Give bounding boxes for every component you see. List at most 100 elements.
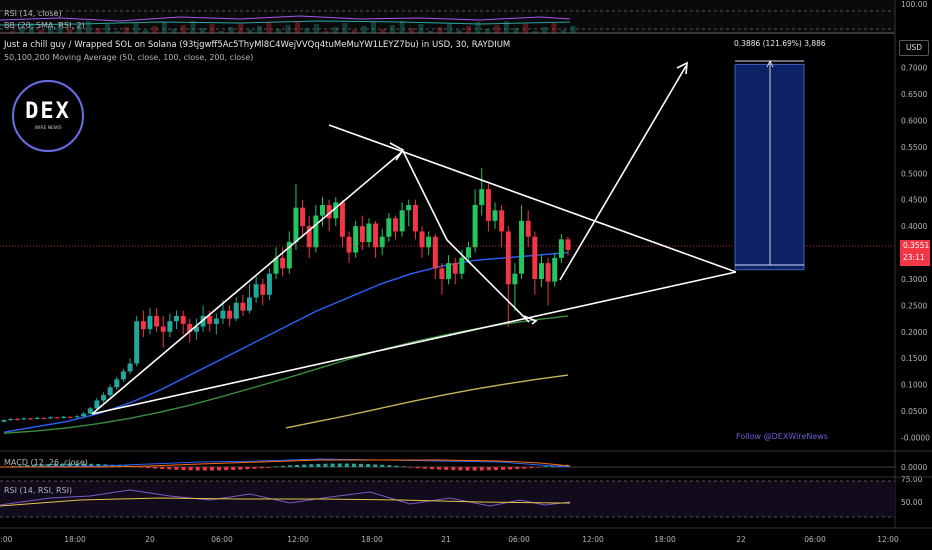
- macd-histogram-bar: [323, 463, 328, 467]
- macd-histogram-bar: [202, 467, 207, 471]
- macd-histogram-bar: [238, 467, 243, 470]
- volume-bar: [238, 23, 243, 33]
- macd-histogram-bar: [430, 467, 434, 470]
- volume-bar: [190, 21, 196, 33]
- candle-body: [61, 416, 67, 418]
- macd-label: MACD (12, 26, close): [4, 458, 88, 467]
- volume-bar: [466, 26, 471, 33]
- macd-histogram-bar: [252, 467, 257, 469]
- volume-bar: [447, 23, 452, 33]
- last-price-badge: 0.3551 23:11: [900, 240, 930, 266]
- y-tick-label: 0.2500: [901, 301, 927, 310]
- volume-bar: [152, 26, 158, 33]
- macd-histogram-bar: [174, 467, 179, 470]
- macd-histogram-bar: [536, 467, 541, 468]
- volume-bar: [523, 24, 528, 33]
- long-position-tool[interactable]: [734, 60, 805, 271]
- macd-histogram-bar: [209, 467, 214, 471]
- macd-histogram-bar: [515, 467, 520, 470]
- macd-histogram-bar: [266, 467, 271, 468]
- follow-watermark: Follow @DEXWireNews: [736, 432, 828, 441]
- candle-body: [419, 231, 425, 248]
- currency-button[interactable]: USD: [899, 40, 929, 56]
- macd-histogram-bar: [245, 467, 250, 470]
- volume-bar: [304, 28, 310, 33]
- macd-histogram-bar: [451, 467, 456, 471]
- macd-histogram-bar: [288, 465, 292, 467]
- macd-tick: 0.0000: [901, 463, 927, 472]
- candle-body: [101, 395, 107, 401]
- candle-body: [266, 273, 272, 295]
- candle-body: [167, 321, 173, 332]
- y-tick-label: 0.1000: [901, 381, 927, 390]
- volume-bar: [105, 24, 110, 33]
- x-tick-label: 18:00: [64, 535, 86, 544]
- volume-bar: [247, 30, 253, 33]
- candle-body: [412, 205, 418, 232]
- candle-body: [260, 284, 266, 295]
- macd-histogram-bar: [309, 464, 314, 467]
- macd-histogram-bar: [543, 466, 548, 467]
- volume-bar: [342, 23, 348, 33]
- top-rsi-label: RSI (14, close): [4, 9, 62, 18]
- macd-histogram-bar: [401, 466, 406, 467]
- volume-bar: [361, 26, 367, 33]
- volume-bar: [285, 25, 291, 33]
- candle-body: [1, 420, 7, 422]
- candle-body: [14, 418, 20, 420]
- volume-bar: [171, 29, 177, 33]
- y-tick-label: 0.3000: [901, 275, 927, 284]
- candle-body: [67, 416, 73, 418]
- macd-histogram-bar: [472, 467, 477, 471]
- candle-body: [386, 218, 392, 237]
- macd-histogram-bar: [437, 467, 442, 470]
- candle-body: [545, 263, 551, 282]
- candle-body: [154, 315, 160, 327]
- y-tick-label: 0.6500: [901, 90, 927, 99]
- volume-bar: [428, 31, 433, 33]
- macd-histogram-bar: [501, 467, 505, 470]
- rsi-tick: 75.00: [901, 475, 923, 484]
- volume-bar: [380, 29, 386, 33]
- price-chart[interactable]: 0.7000 0.6500 0.6000 0.5500 0.5000 0.4500 0.40…: [0, 0, 932, 550]
- macd-histogram-bar: [366, 464, 371, 467]
- candle-body: [505, 231, 511, 285]
- candle-body: [174, 315, 180, 322]
- candle-body: [472, 205, 478, 248]
- chart-title: Just a chill guy / Wrapped SOL on Solana…: [4, 40, 511, 50]
- candle-body: [465, 247, 471, 258]
- candle-body: [54, 417, 60, 419]
- logo-text: DEX: [25, 99, 71, 124]
- volume-bar: [181, 25, 186, 33]
- x-tick-label: 18:00: [361, 535, 383, 544]
- x-tick-label: 12:00: [877, 535, 899, 544]
- volume-bar: [456, 30, 462, 33]
- macd-histogram-bar: [493, 467, 498, 471]
- x-tick-label: 18:00: [654, 535, 676, 544]
- volume-bar: [10, 31, 15, 33]
- macd-histogram-bar: [224, 467, 229, 471]
- candle-body: [519, 220, 525, 274]
- candle-body: [339, 202, 345, 237]
- volume-bar: [133, 23, 139, 33]
- volume-bar: [295, 21, 300, 33]
- candle-body: [525, 220, 531, 237]
- candle-body: [452, 263, 458, 274]
- macd-histogram-bar: [330, 463, 335, 467]
- candle-body: [406, 205, 412, 211]
- candle-body: [134, 321, 140, 364]
- volume-bar: [114, 31, 120, 33]
- x-tick-label: 22: [736, 535, 746, 544]
- rsi-tick: 50.00: [901, 498, 923, 507]
- macd-histogram-bar: [231, 467, 236, 470]
- volume-bar: [124, 27, 129, 33]
- macd-histogram-bar: [160, 467, 165, 470]
- candle-body: [392, 218, 398, 232]
- volume-bar: [561, 30, 566, 33]
- volume-bar: [143, 30, 148, 33]
- candle-body: [114, 379, 120, 388]
- volume-bar: [399, 21, 405, 33]
- x-tick-label: 20: [145, 535, 155, 544]
- volume-bar: [494, 25, 500, 33]
- candle-body: [247, 297, 253, 311]
